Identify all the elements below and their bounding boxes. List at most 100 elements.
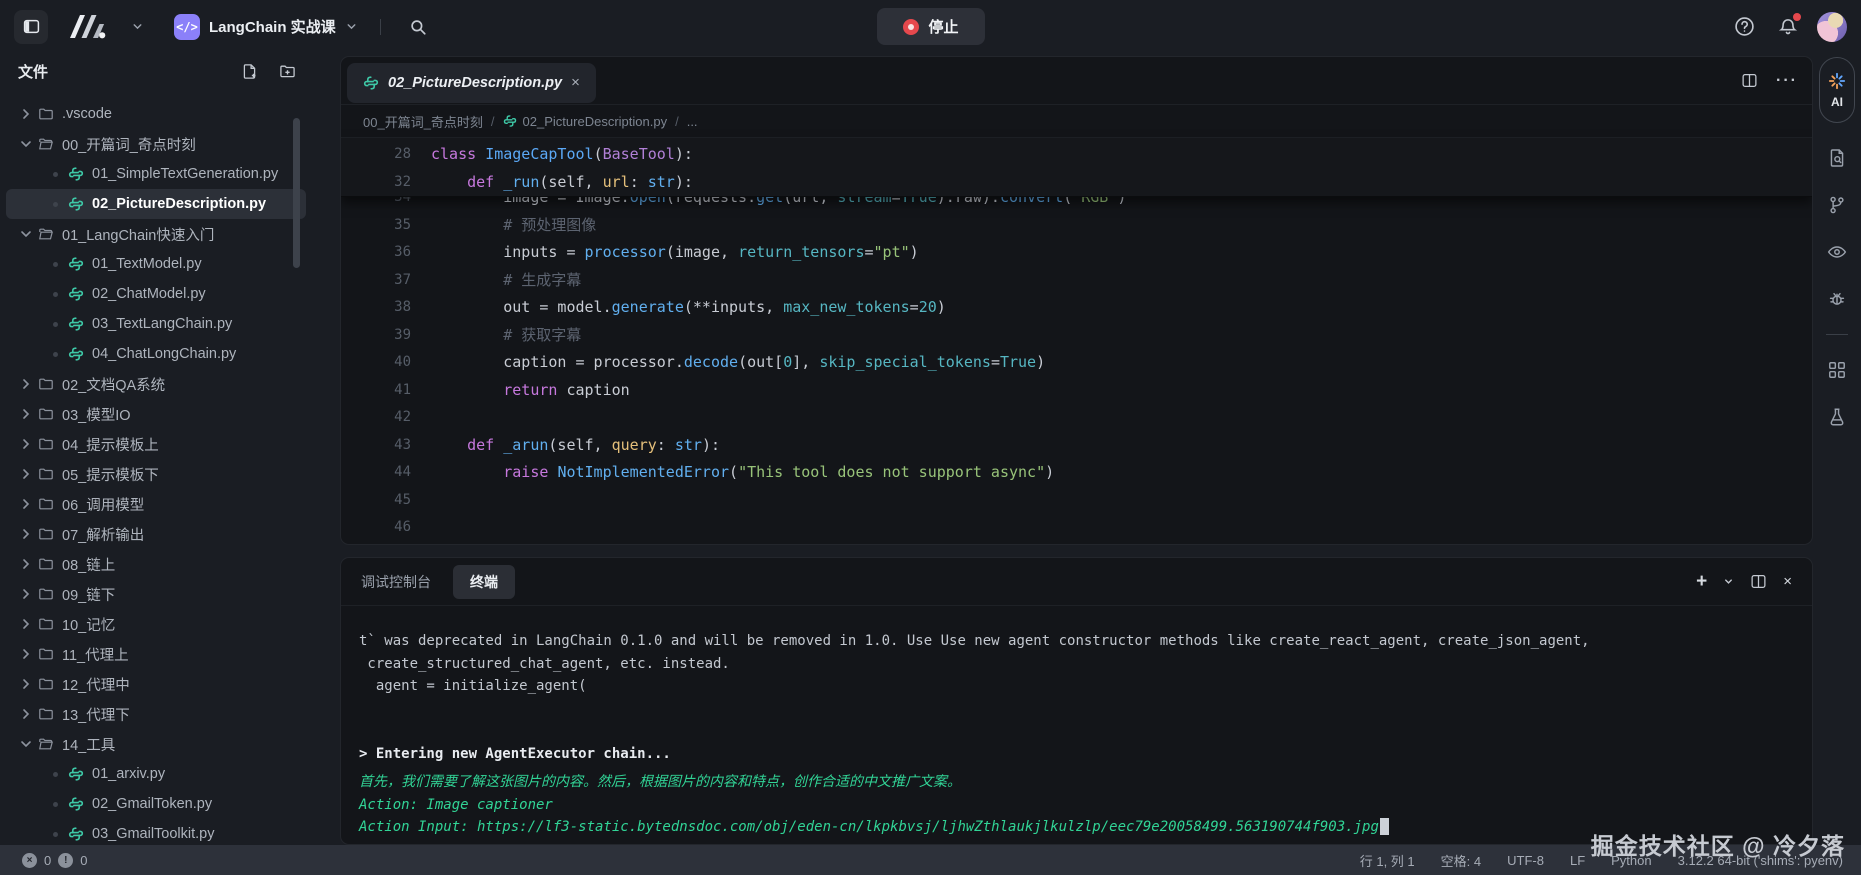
tree-item[interactable]: 14_工具: [6, 729, 306, 759]
tree-item[interactable]: 01_arxiv.py: [6, 759, 306, 789]
tree-item[interactable]: 02_PictureDescription.py: [6, 189, 306, 219]
folder-icon: [38, 676, 54, 692]
terminal-line: t` was deprecated in LangChain 0.1.0 and…: [359, 630, 1792, 653]
eye-button[interactable]: [1825, 240, 1849, 264]
errors-icon[interactable]: ×: [22, 853, 37, 868]
tree-item[interactable]: 05_提示模板下: [6, 459, 306, 489]
help-button[interactable]: [1729, 12, 1759, 42]
tree-item[interactable]: 11_代理上: [6, 639, 306, 669]
notifications-button[interactable]: [1773, 12, 1803, 42]
tab-close-icon[interactable]: ×: [571, 75, 580, 90]
code-line: 42: [341, 404, 1812, 432]
folder-icon: [38, 436, 54, 452]
toggle-sidebar-button[interactable]: [14, 10, 48, 44]
code-line: 41 return caption: [341, 377, 1812, 405]
tree-item[interactable]: 04_ChatLongChain.py: [6, 339, 306, 369]
tree-item[interactable]: 01_SimpleTextGeneration.py: [6, 159, 306, 189]
status-item[interactable]: 行 1, 列 1: [1360, 851, 1415, 870]
editor-area: 02_PictureDescription.py × ··· 00_开篇词_奇点…: [340, 56, 1813, 545]
sidebar-scrollbar[interactable]: [293, 118, 300, 268]
file-search-button[interactable]: [1825, 146, 1849, 170]
project-switcher[interactable]: </> LangChain 实战课: [174, 14, 358, 40]
search-button[interactable]: [403, 12, 433, 42]
ai-assistant-button[interactable]: AI: [1819, 57, 1855, 123]
tree-item-label: 01_SimpleTextGeneration.py: [92, 166, 278, 182]
tree-item[interactable]: 00_开篇词_奇点时刻: [6, 129, 306, 159]
tree-item[interactable]: 09_链下: [6, 579, 306, 609]
new-folder-button[interactable]: [272, 56, 302, 86]
new-file-button[interactable]: [234, 56, 264, 86]
status-item[interactable]: LF: [1570, 853, 1585, 868]
tree-item[interactable]: 03_TextLangChain.py: [6, 309, 306, 339]
terminal-line: agent = initialize_agent(: [359, 675, 1792, 698]
chevron-right-icon: [18, 466, 34, 482]
user-avatar[interactable]: [1817, 12, 1847, 42]
editor-more-actions-button[interactable]: ···: [1776, 72, 1798, 90]
breadcrumb-file[interactable]: 02_PictureDescription.py: [523, 114, 668, 129]
stop-button[interactable]: 停止: [876, 8, 984, 45]
breadcrumb-more[interactable]: ...: [687, 114, 698, 129]
terminal-line: Action: Image captioner: [359, 794, 1792, 817]
line-number: 36: [341, 239, 411, 267]
tab-debug-console[interactable]: 调试控制台: [361, 572, 431, 592]
eye-icon: [1827, 242, 1847, 262]
terminal-dropdown-chevron-icon[interactable]: [1723, 576, 1734, 587]
tree-item[interactable]: 08_链上: [6, 549, 306, 579]
close-panel-icon[interactable]: ×: [1783, 573, 1792, 590]
tree-item[interactable]: 02_ChatModel.py: [6, 279, 306, 309]
tree-item[interactable]: 06_调用模型: [6, 489, 306, 519]
extensions-grid-button[interactable]: [1825, 358, 1849, 382]
tree-item[interactable]: 04_提示模板上: [6, 429, 306, 459]
breadcrumb-folder[interactable]: 00_开篇词_奇点时刻: [363, 112, 483, 131]
project-badge-icon: </>: [174, 14, 200, 40]
new-terminal-button[interactable]: +: [1696, 572, 1707, 591]
file-dot: [53, 832, 58, 837]
git-branch-button[interactable]: [1825, 193, 1849, 217]
chevron-right-icon: [18, 706, 34, 722]
tree-item[interactable]: 07_解析输出: [6, 519, 306, 549]
tab-terminal[interactable]: 终端: [453, 565, 515, 599]
bug-button[interactable]: [1825, 287, 1849, 311]
new-folder-icon: [279, 63, 296, 80]
warnings-count[interactable]: 0: [80, 853, 87, 868]
app-logo[interactable]: [68, 13, 110, 40]
stop-record-icon: [902, 19, 918, 35]
tree-item[interactable]: 12_代理中: [6, 669, 306, 699]
code-line: 44 raise NotImplementedError("This tool …: [341, 459, 1812, 487]
warnings-icon[interactable]: !: [58, 853, 73, 868]
line-number: 37: [341, 267, 411, 295]
flask-button[interactable]: [1825, 405, 1849, 429]
logo-menu-chevron-icon[interactable]: [122, 12, 152, 42]
tree-item[interactable]: 13_代理下: [6, 699, 306, 729]
tree-item[interactable]: 02_文档QA系统: [6, 369, 306, 399]
breadcrumb-separator: /: [675, 114, 679, 129]
status-item[interactable]: UTF-8: [1507, 853, 1544, 868]
split-terminal-button[interactable]: [1750, 573, 1767, 590]
code-editor[interactable]: 28class ImageCapTool(BaseTool):32 def _r…: [341, 138, 1812, 544]
folder-icon: [38, 376, 54, 392]
tree-item-label: 03_模型IO: [62, 404, 131, 425]
errors-count[interactable]: 0: [44, 853, 51, 868]
tree-item[interactable]: 01_TextModel.py: [6, 249, 306, 279]
editor-tab[interactable]: 02_PictureDescription.py ×: [347, 63, 596, 103]
folder-open-icon: [38, 136, 54, 152]
new-file-icon: [241, 63, 258, 80]
tree-item-label: 02_ChatModel.py: [92, 286, 206, 302]
tree-item[interactable]: 03_模型IO: [6, 399, 306, 429]
tree-item[interactable]: 01_LangChain快速入门: [6, 219, 306, 249]
code-line: 38 out = model.generate(**inputs, max_ne…: [341, 294, 1812, 322]
tree-item[interactable]: 10_记忆: [6, 609, 306, 639]
split-panel-icon: [1750, 573, 1767, 590]
tree-item[interactable]: 02_GmailToken.py: [6, 789, 306, 819]
python-file-icon: [68, 256, 84, 272]
terminal-output[interactable]: t` was deprecated in LangChain 0.1.0 and…: [341, 606, 1812, 839]
folder-open-icon: [38, 736, 54, 752]
split-editor-icon: [1741, 72, 1758, 89]
folder-icon: [38, 406, 54, 422]
activity-rail: AI: [1813, 53, 1861, 845]
tree-item-label: 06_调用模型: [62, 494, 144, 515]
split-editor-button[interactable]: [1741, 72, 1758, 89]
tree-item[interactable]: .vscode: [6, 99, 306, 129]
status-item[interactable]: 空格: 4: [1441, 851, 1481, 870]
tree-item-label: 07_解析输出: [62, 524, 144, 545]
